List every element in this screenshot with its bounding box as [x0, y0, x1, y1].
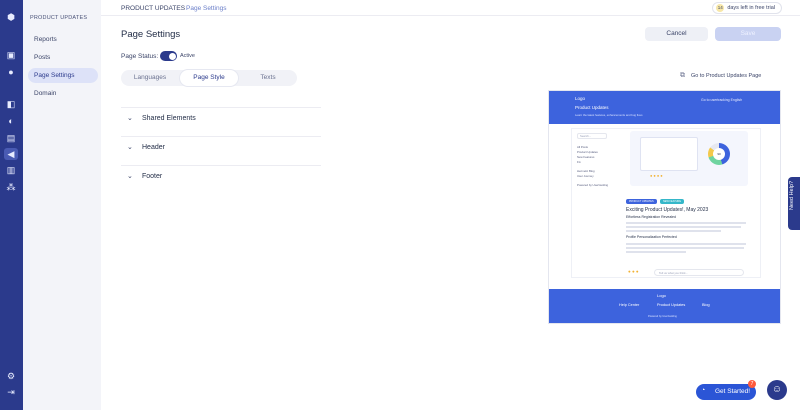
preview-text-line [626, 243, 746, 245]
assistant-avatar-icon[interactable]: ☺ [767, 380, 787, 400]
section-label: Header [142, 144, 165, 151]
trial-text: days left in free trial [727, 5, 775, 11]
preview-screen-illustration [640, 137, 698, 171]
preview-footer-link: Product Updates [657, 303, 686, 307]
users-icon[interactable]: ● [5, 66, 17, 78]
settings-tabs: Languages Page Style Texts [121, 70, 297, 86]
preview-filter: Fix [577, 160, 581, 164]
tab-languages[interactable]: Languages [121, 70, 179, 86]
preview-filter: All Posts [577, 145, 588, 149]
sidebar-item-posts[interactable]: Posts [28, 50, 98, 65]
sidebar: PRODUCT UPDATES Reports Posts Page Setti… [23, 0, 101, 410]
sidebar-header: PRODUCT UPDATES [30, 15, 88, 21]
save-button[interactable]: Save [715, 27, 781, 41]
page-status-value: Active [180, 53, 195, 59]
preview-badge-product-updates: PRODUCT UPDATES [626, 199, 657, 204]
preview-footer-powered: Powered by UserGuiding [648, 315, 677, 318]
messages-icon[interactable]: ▤ [5, 132, 17, 144]
checklist-icon: ◔ [701, 387, 706, 394]
breadcrumb-separator: › [176, 5, 179, 12]
section-footer[interactable]: ⌄ Footer [121, 165, 321, 187]
preview-filter: New Features [577, 155, 595, 159]
brand-logo-icon[interactable]: ⬢ [5, 11, 17, 23]
preview-filter: Product Updates [577, 150, 598, 154]
settings-icon[interactable]: ⚙ [5, 370, 17, 382]
section-shared-elements[interactable]: ⌄ Shared Elements [121, 107, 321, 129]
preview-title: Product Updates [575, 105, 609, 110]
preview-post-card: Search... All Posts Product Updates New … [571, 128, 761, 278]
section-header[interactable]: ⌄ Header [121, 136, 321, 158]
product-updates-icon[interactable]: ◀ [4, 148, 18, 160]
sidebar-item-domain[interactable]: Domain [28, 86, 98, 101]
preview-footer-link: Blog [702, 303, 710, 307]
preview-hero-image: 90 ●●●● [630, 131, 748, 186]
tab-texts[interactable]: Texts [239, 70, 297, 86]
preview-footer: Logo Help Center Product Updates Blog Po… [549, 289, 780, 323]
preview-text-line [626, 226, 741, 228]
section-label: Shared Elements [142, 115, 196, 122]
breadcrumb-page-settings: Page Settings [186, 5, 227, 12]
preview-nav: Go to usertracking English [701, 98, 743, 102]
tab-page-style[interactable]: Page Style [180, 70, 238, 86]
page-status-toggle[interactable] [160, 51, 177, 61]
section-label: Footer [142, 173, 163, 180]
knowledge-base-icon[interactable]: ▥ [5, 164, 17, 176]
preview-post-title: Exciting Product Updates!, May 2023 [626, 207, 709, 213]
chevron-down-icon: ⌄ [127, 115, 133, 122]
preview-emoji-row: ●●●● [650, 173, 664, 178]
preview-heading-1: Effortless Registration Revealed [626, 215, 676, 219]
need-help-label: Need Help? [789, 181, 795, 211]
guides-icon[interactable]: ◧ [5, 98, 17, 110]
preview-header: Logo Go to usertracking English Product … [549, 91, 780, 124]
preview-heading-2: Profile Personalization Perfected [626, 235, 677, 239]
need-help-tab[interactable]: Need Help? [788, 177, 800, 230]
trial-days-badge: 14 [716, 4, 725, 12]
page-status-label: Page Status: [121, 53, 159, 60]
preview-logo: Logo [575, 96, 586, 101]
cancel-button[interactable]: Cancel [645, 27, 708, 41]
preview-filter: User Journey [577, 174, 594, 178]
preview-footer-link: Help Center [619, 303, 640, 307]
preview-reactions: ● ● ● [628, 269, 639, 274]
go-to-product-updates-link[interactable]: Go to Product Updates Page [691, 73, 761, 79]
icon-rail: ⬢ ▣ ● ◧ ◐ ▤ ◀ ▥ ⁂ ⚙ ⇥ [0, 0, 23, 410]
preview-reply-input: Tell us what you think... [654, 269, 744, 276]
preview-powered-by: Powered by UserGuiding [577, 183, 609, 187]
preview-text-line [626, 251, 686, 253]
preview-text-line [626, 230, 721, 232]
sidebar-item-page-settings[interactable]: Page Settings [28, 68, 98, 83]
preview-donut-chart: 90 [708, 143, 730, 165]
analytics-icon[interactable]: ◐ [5, 115, 17, 127]
logout-icon[interactable]: ⇥ [5, 386, 17, 398]
integrations-icon[interactable]: ⁂ [5, 181, 17, 193]
trial-indicator[interactable]: 14 days left in free trial [712, 2, 782, 14]
toggle-knob [168, 52, 176, 60]
main-content: PRODUCT UPDATES › Page Settings 14 days l… [101, 0, 800, 410]
sidebar-item-reports[interactable]: Reports [28, 32, 98, 47]
get-started-count-badge: 7 [748, 380, 756, 388]
chevron-down-icon: ⌄ [127, 173, 133, 180]
top-bar: PRODUCT UPDATES › Page Settings 14 days l… [101, 0, 800, 16]
preview-text-line [626, 222, 746, 224]
dashboard-icon[interactable]: ▣ [5, 49, 17, 61]
preview-search: Search... [577, 133, 607, 139]
preview-donut-value: 90 [713, 148, 725, 160]
preview-filter: Hermetic Blog [577, 169, 595, 173]
preview-text-line [626, 247, 744, 249]
preview-footer-logo: Logo [657, 293, 666, 298]
page-preview: Logo Go to usertracking English Product … [548, 90, 781, 324]
preview-badge-new-feature: NEW FEATURE [660, 199, 685, 204]
preview-subtitle: Learn the latest features, enhancements … [575, 113, 643, 117]
chevron-down-icon: ⌄ [127, 144, 133, 151]
external-link-icon[interactable]: ⧉ [680, 72, 685, 80]
page-title: Page Settings [121, 29, 181, 40]
